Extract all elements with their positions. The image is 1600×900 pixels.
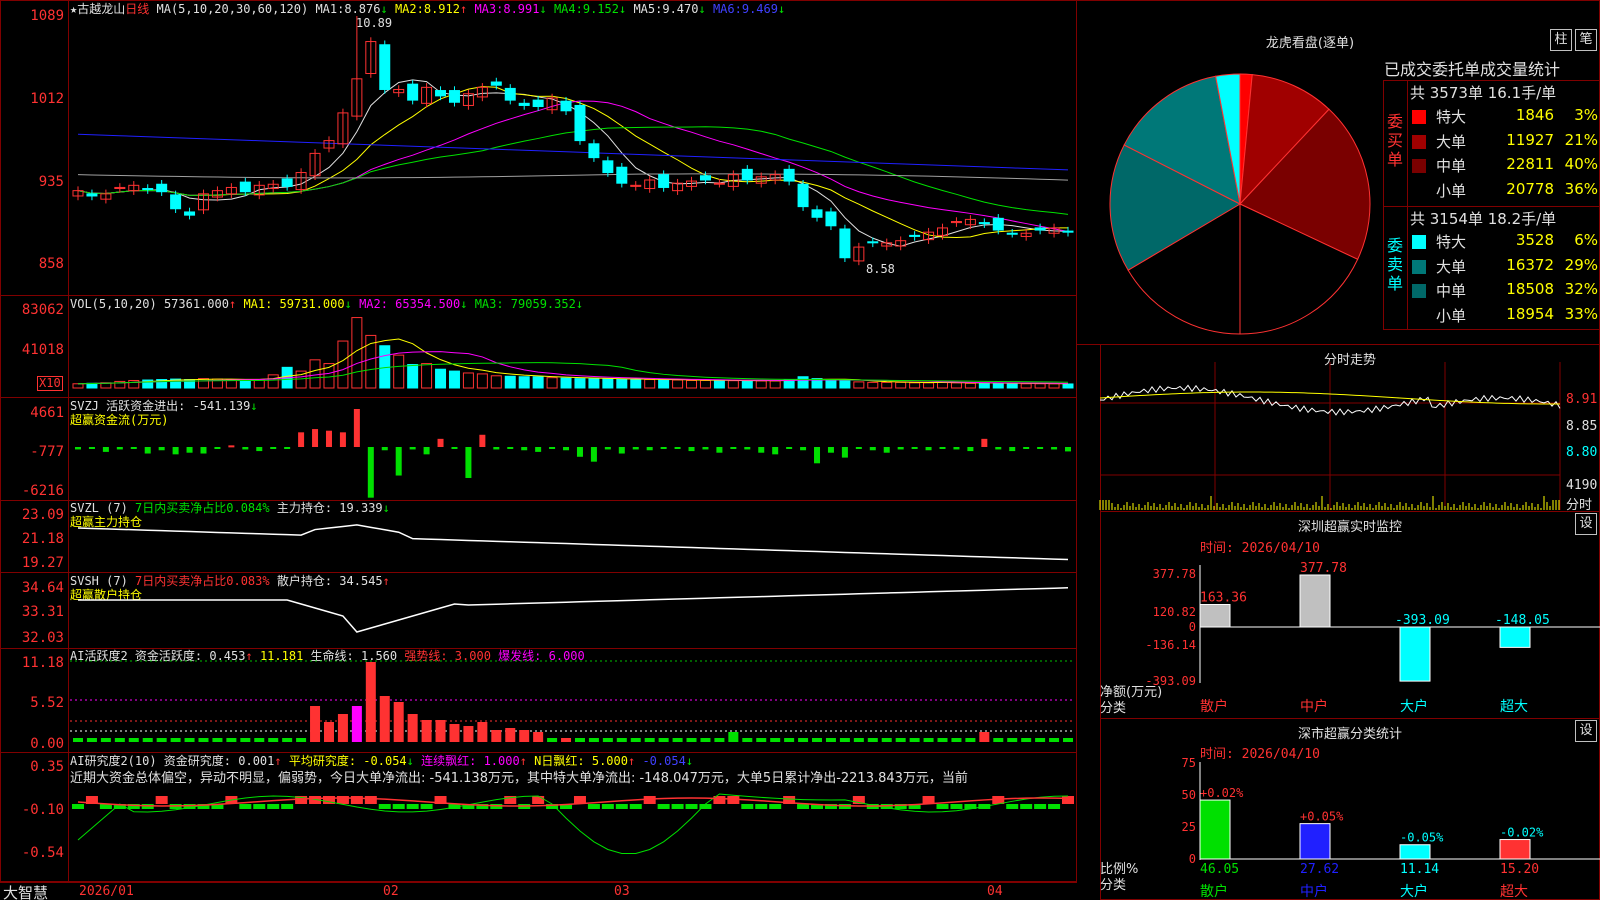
stats-change: -0.02% <box>1500 826 1544 840</box>
monitor-tick: -136.14 <box>1145 638 1196 652</box>
stats-change: -0.05% <box>1400 831 1444 845</box>
monitor-value: 163.36 <box>1200 591 1247 606</box>
monitor-category: 中户 <box>1300 698 1328 715</box>
monitor-tick: 120.82 <box>1153 605 1196 619</box>
stats-tick: 50 <box>1182 788 1196 802</box>
monitor-value: 377.78 <box>1300 561 1347 576</box>
monitor-value: -148.05 <box>1495 613 1550 628</box>
stats-tick: 25 <box>1182 820 1196 834</box>
monitor-category: 散户 <box>1200 698 1228 715</box>
stats-value: 46.05 <box>1200 862 1239 877</box>
stats-bar <box>1299 823 1331 860</box>
stats-change: +0.02% <box>1200 786 1244 800</box>
stats-category: 散户 <box>1200 883 1228 900</box>
stats-value: 11.14 <box>1400 862 1439 877</box>
monitor-category: 超大 <box>1500 699 1528 715</box>
stats-change: +0.05% <box>1300 810 1344 824</box>
monitor-bar <box>1399 626 1431 682</box>
stats-tick: 0 <box>1189 852 1196 866</box>
monitor-tick: -393.09 <box>1145 674 1196 688</box>
monitor-bar <box>1499 626 1531 648</box>
stats-value: 27.62 <box>1300 862 1339 877</box>
monitor-bar <box>1199 604 1231 628</box>
right-plot-layer: 377.78120.820-136.14-393.09163.36散户377.7… <box>1099 362 1600 900</box>
stats-category: 大户 <box>1400 883 1428 900</box>
monitor-tick: 0 <box>1189 620 1196 634</box>
stats-category: 中户 <box>1300 883 1328 900</box>
monitor-value: -393.09 <box>1395 613 1450 628</box>
stats-category: 超大 <box>1500 884 1528 900</box>
stats-bar <box>1499 839 1531 860</box>
stats-bar <box>1199 799 1231 860</box>
monitor-tick: 377.78 <box>1153 567 1196 581</box>
monitor-bar <box>1299 574 1331 628</box>
stats-value: 15.20 <box>1500 862 1539 877</box>
stats-tick: 75 <box>1182 756 1196 770</box>
stats-bar <box>1399 844 1431 860</box>
monitor-category: 大户 <box>1400 698 1428 715</box>
